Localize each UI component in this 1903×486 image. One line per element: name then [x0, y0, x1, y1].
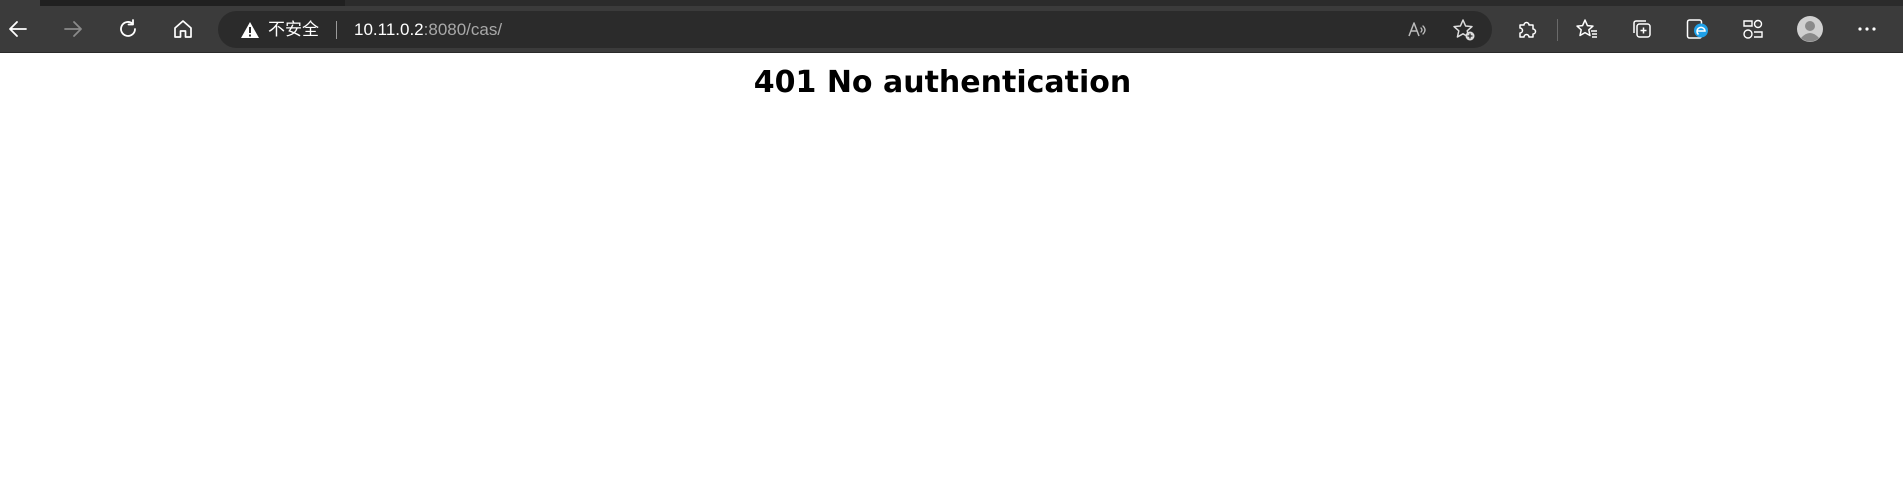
edge-icon — [1686, 19, 1708, 39]
edge-bar-button[interactable] — [1680, 11, 1716, 47]
address-bar[interactable]: 不安全 10.11.0.2:8080/cas/ — [218, 11, 1492, 48]
home-icon — [174, 20, 192, 38]
performance-button[interactable] — [1735, 11, 1771, 47]
profile-button[interactable] — [1792, 11, 1828, 47]
more-menu-button[interactable] — [1849, 11, 1885, 47]
favorites-icon — [1576, 19, 1597, 38]
home-button[interactable] — [165, 11, 201, 47]
address-separator — [336, 21, 337, 39]
forward-button[interactable] — [55, 11, 91, 47]
toolbar-divider — [1557, 19, 1558, 41]
back-arrow-icon — [9, 21, 27, 37]
back-button[interactable] — [0, 11, 36, 47]
url-host: 10.11.0.2 — [354, 20, 424, 39]
warning-triangle-icon — [241, 22, 259, 38]
performance-icon — [1743, 19, 1763, 39]
page-content: 401 No authentication — [0, 53, 1903, 486]
url-path: :8080/cas/ — [423, 20, 503, 39]
extensions-icon — [1519, 21, 1537, 38]
add-favorite-icon — [1453, 19, 1475, 41]
security-label[interactable]: 不安全 — [268, 20, 319, 40]
collections-button[interactable] — [1624, 11, 1660, 47]
security-warning-button[interactable] — [240, 21, 260, 43]
read-aloud-button[interactable] — [1402, 14, 1434, 46]
extensions-button[interactable] — [1509, 11, 1545, 47]
refresh-button[interactable] — [110, 11, 146, 47]
profile-avatar-icon — [1797, 16, 1823, 42]
read-aloud-icon — [1408, 22, 1426, 37]
add-favorite-button[interactable] — [1448, 14, 1480, 46]
browser-toolbar: 不安全 10.11.0.2:8080/cas/ — [0, 6, 1903, 53]
favorites-button[interactable] — [1569, 11, 1605, 47]
forward-arrow-icon — [64, 21, 82, 37]
collections-icon — [1633, 20, 1651, 38]
refresh-icon — [120, 19, 136, 37]
more-menu-icon — [1858, 27, 1876, 31]
url-text[interactable]: 10.11.0.2:8080/cas/ — [354, 20, 502, 40]
page-title: 401 No authentication — [753, 65, 1132, 100]
